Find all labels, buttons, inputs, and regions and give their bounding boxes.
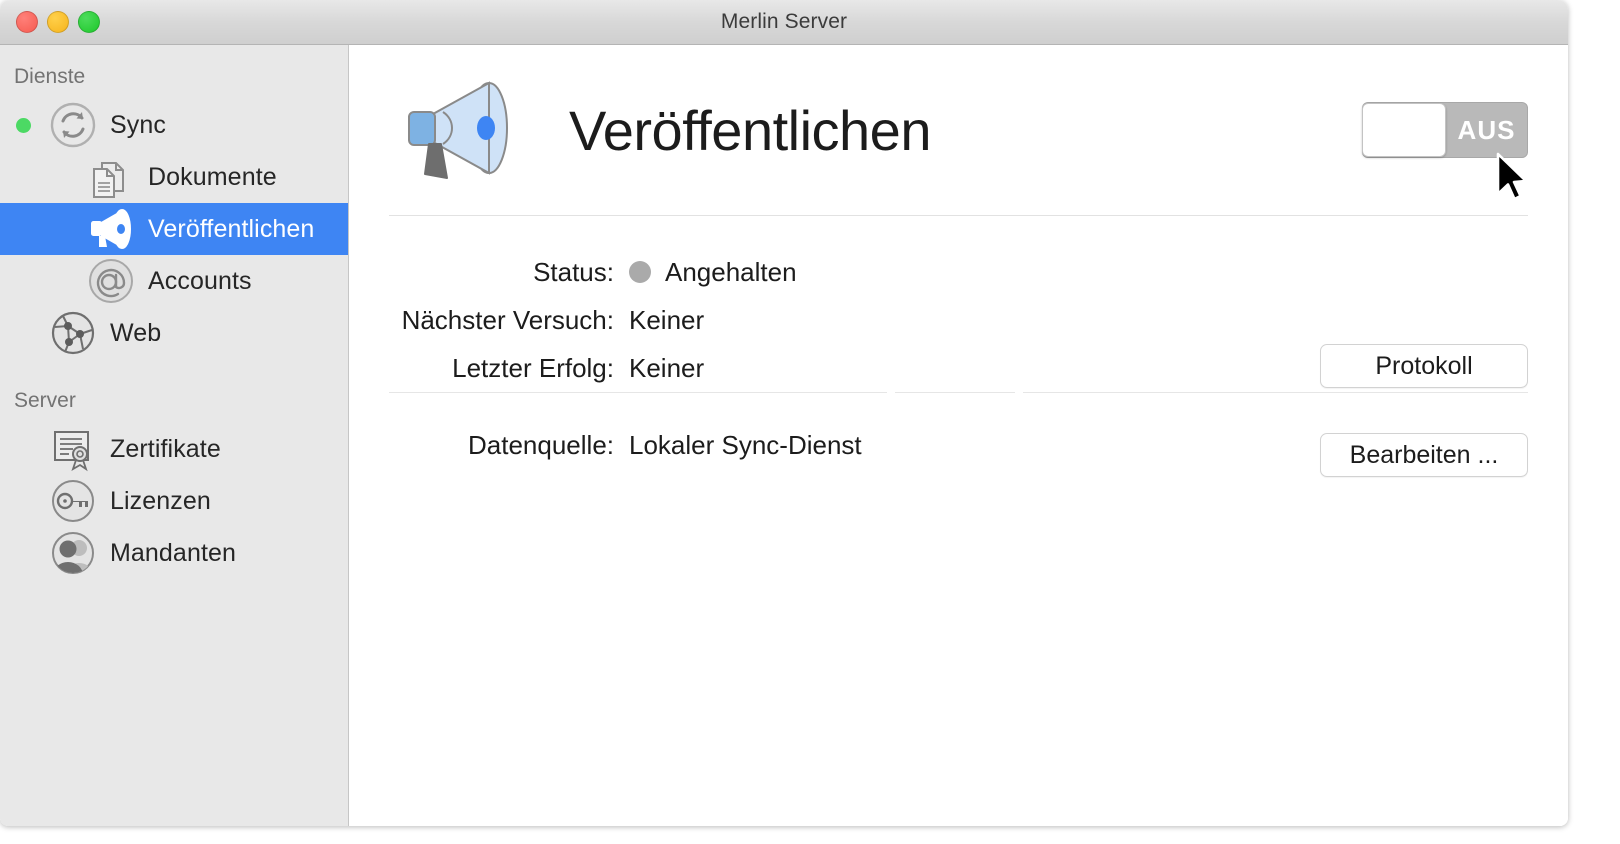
sidebar: Dienste Sync Dokumente Veröffentlichen A… <box>0 45 349 826</box>
sync-status-dot-wrap <box>0 117 46 133</box>
sidebar-section-dienste-header: Dienste <box>14 65 86 88</box>
bearbeiten-button[interactable]: Bearbeiten ... <box>1320 433 1528 477</box>
datasource-row: Datenquelle: Lokaler Sync-Dienst Bearbei… <box>389 421 1528 477</box>
close-button[interactable] <box>16 11 38 33</box>
app-window: Merlin Server Dienste Sync Dokumente Ver… <box>0 0 1568 826</box>
minimize-button[interactable] <box>47 11 69 33</box>
status-value: Angehalten <box>665 256 797 287</box>
people-icon <box>46 529 100 577</box>
last-success-label: Letzter Erfolg: <box>452 352 614 383</box>
last-success-row: Letzter Erfolg: Keiner <box>389 344 1528 392</box>
sidebar-item-accounts[interactable]: Accounts <box>0 255 348 307</box>
page-header: Veröffentlichen AUS <box>389 45 1528 215</box>
sync-icon <box>46 101 100 149</box>
next-attempt-row: Nächster Versuch: Keiner Protokoll <box>389 296 1528 388</box>
sidebar-item-label: Lizenzen <box>110 486 211 515</box>
sidebar-item-sync[interactable]: Sync <box>0 99 348 151</box>
at-sign-icon <box>84 257 138 305</box>
megaphone-icon <box>399 75 527 185</box>
sidebar-item-web[interactable]: Web <box>0 307 348 359</box>
content-inner: Veröffentlichen AUS Status: Angehalten N… <box>349 45 1568 477</box>
sidebar-item-label: Sync <box>110 110 166 139</box>
sidebar-item-lizenzen[interactable]: Lizenzen <box>0 475 348 527</box>
sidebar-item-label: Dokumente <box>148 162 277 191</box>
next-attempt-label: Nächster Versuch: <box>401 304 614 335</box>
toggle-knob[interactable] <box>1362 103 1446 157</box>
window-body: Dienste Sync Dokumente Veröffentlichen A… <box>0 45 1568 826</box>
publish-toggle[interactable]: AUS <box>1362 102 1528 158</box>
certificate-icon <box>46 425 100 473</box>
status-dot-green <box>15 117 31 133</box>
status-value-wrap: Angehalten <box>629 257 797 288</box>
traffic-lights <box>16 11 100 33</box>
title-bar: Merlin Server <box>0 0 1568 45</box>
documents-icon <box>84 154 138 200</box>
maximize-button[interactable] <box>78 11 100 33</box>
sidebar-section-server-header: Server <box>14 389 76 412</box>
datasource-value: Lokaler Sync-Dienst <box>629 429 862 460</box>
source-block: Datenquelle: Lokaler Sync-Dienst Bearbei… <box>389 393 1528 477</box>
sidebar-item-label: Web <box>110 318 162 347</box>
next-attempt-value: Keiner <box>629 304 705 335</box>
network-globe-icon <box>46 309 100 357</box>
content-pane: Veröffentlichen AUS Status: Angehalten N… <box>349 45 1568 826</box>
key-icon <box>46 477 100 525</box>
sidebar-item-label: Zertifikate <box>110 434 221 463</box>
status-block: Status: Angehalten Nächster Versuch: Kei… <box>389 216 1528 392</box>
page-title: Veröffentlichen <box>569 98 931 162</box>
window-title: Merlin Server <box>720 10 848 33</box>
sidebar-item-label: Veröffentlichen <box>148 214 315 243</box>
datasource-label: Datenquelle: <box>468 429 614 460</box>
toggle-state-label: AUS <box>1457 114 1516 145</box>
sidebar-item-label: Mandanten <box>110 538 236 567</box>
status-badge <box>629 261 651 283</box>
sidebar-item-dokumente[interactable]: Dokumente <box>0 151 348 203</box>
sidebar-item-mandanten[interactable]: Mandanten <box>0 527 348 579</box>
sidebar-item-veroeffentlichen[interactable]: Veröffentlichen <box>0 203 348 255</box>
sidebar-item-label: Accounts <box>148 266 252 295</box>
status-label: Status: <box>533 256 614 287</box>
status-row: Status: Angehalten <box>389 248 1528 296</box>
megaphone-icon <box>84 207 138 251</box>
last-success-value: Keiner <box>629 352 705 383</box>
sidebar-item-zertifikate[interactable]: Zertifikate <box>0 423 348 475</box>
